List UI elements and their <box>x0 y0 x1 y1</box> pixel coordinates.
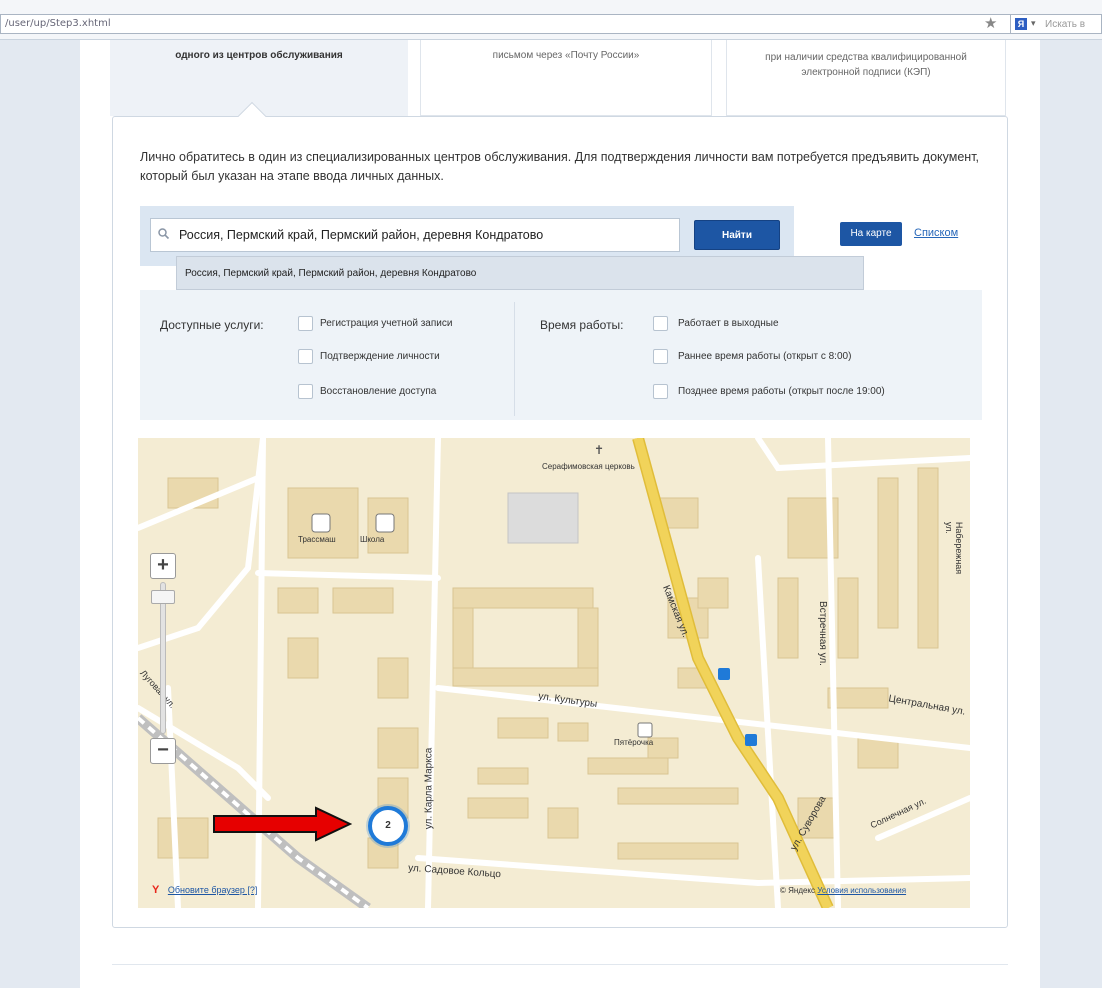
filters-panel <box>140 290 982 420</box>
hours-late-checkbox[interactable] <box>653 384 668 399</box>
hours-early-checkbox[interactable] <box>653 349 668 364</box>
tab-label: при наличии средства квалифицированной э… <box>765 52 967 78</box>
map-copyright: © Яндекс <box>780 886 816 895</box>
service-verification-checkbox[interactable] <box>298 349 313 364</box>
search-engine-box[interactable]: Я ▾ Искать в <box>1010 14 1102 34</box>
intro-text: Лично обратитесь в один из специализиров… <box>140 150 980 183</box>
update-browser-notice: Y Обновите браузер [?] <box>152 884 257 896</box>
zoom-out-button[interactable]: − <box>150 738 176 764</box>
hours-late-label[interactable]: Позднее время работы (открыт после 19:00… <box>678 386 885 397</box>
service-center-cluster-marker[interactable]: 2 <box>368 806 408 846</box>
yandex-logo: Y <box>152 884 160 896</box>
footer-divider <box>112 964 1008 965</box>
tab-electronic-signature[interactable]: при наличии средства квалифицированной э… <box>726 40 1006 116</box>
tab-label: одного из центров обслуживания <box>175 50 343 61</box>
red-arrow-annotation <box>213 806 352 842</box>
hours-weekend-checkbox[interactable] <box>653 316 668 331</box>
terms-of-use-link[interactable]: Условия использования <box>817 886 906 895</box>
street-label: ул. Карла Маркса <box>423 747 435 830</box>
search-icon <box>158 228 170 240</box>
zoom-slider-handle[interactable] <box>151 590 175 604</box>
service-registration-checkbox[interactable] <box>298 316 313 331</box>
update-browser-link[interactable]: Обновите браузер [?] <box>168 885 258 895</box>
tab-service-center[interactable]: одного из центров обслуживания <box>110 40 408 116</box>
street-label: Встречная ул. <box>816 601 828 666</box>
poi-label: Трассмаш <box>298 535 336 544</box>
poi-label: Школа <box>360 535 385 544</box>
service-recovery-checkbox[interactable] <box>298 384 313 399</box>
zoom-slider-track[interactable] <box>160 582 166 734</box>
tab-russian-post[interactable]: письмом через «Почту России» <box>420 40 712 116</box>
service-recovery-label[interactable]: Восстановление доступа <box>320 386 436 397</box>
search-engine-placeholder: Искать в <box>1045 19 1086 30</box>
address-bar[interactable]: /user/up/Step3.xhtml <box>0 14 1012 34</box>
chevron-down-icon[interactable]: ▾ <box>1031 18 1036 29</box>
hours-label: Время работы: <box>540 318 624 332</box>
browser-toolbar: /user/up/Step3.xhtml ★ Я ▾ Искать в <box>0 0 1102 40</box>
service-registration-label[interactable]: Регистрация учетной записи <box>320 318 452 329</box>
page-margin-right <box>1040 40 1102 988</box>
map-attribution: © Яндекс Условия использования <box>780 886 906 895</box>
street-label: Набережная ул. <box>944 521 965 575</box>
services-label: Доступные услуги: <box>160 318 264 332</box>
poi-label: Пятёрочка <box>614 738 654 747</box>
search-engine-icon: Я <box>1015 18 1027 30</box>
svg-text:✝: ✝ <box>594 443 604 457</box>
list-view-link[interactable]: Списком <box>914 227 958 239</box>
page-margin-left <box>0 40 80 988</box>
address-search-input[interactable] <box>150 218 680 252</box>
filters-divider <box>514 302 515 416</box>
poi-label: Серафимовская церковь <box>542 462 635 471</box>
tab-label: письмом через «Почту России» <box>492 50 640 61</box>
map-view-button[interactable]: На карте <box>840 222 902 246</box>
service-verification-label[interactable]: Подтверждение личности <box>320 351 440 362</box>
zoom-in-button[interactable]: + <box>150 553 176 579</box>
find-button[interactable]: Найти <box>694 220 780 250</box>
hours-early-label[interactable]: Раннее время работы (открыт с 8:00) <box>678 351 851 362</box>
hours-weekend-label[interactable]: Работает в выходные <box>678 318 779 329</box>
bookmark-star-icon[interactable]: ★ <box>984 14 997 34</box>
search-suggestion[interactable]: Россия, Пермский край, Пермский район, д… <box>176 256 864 290</box>
